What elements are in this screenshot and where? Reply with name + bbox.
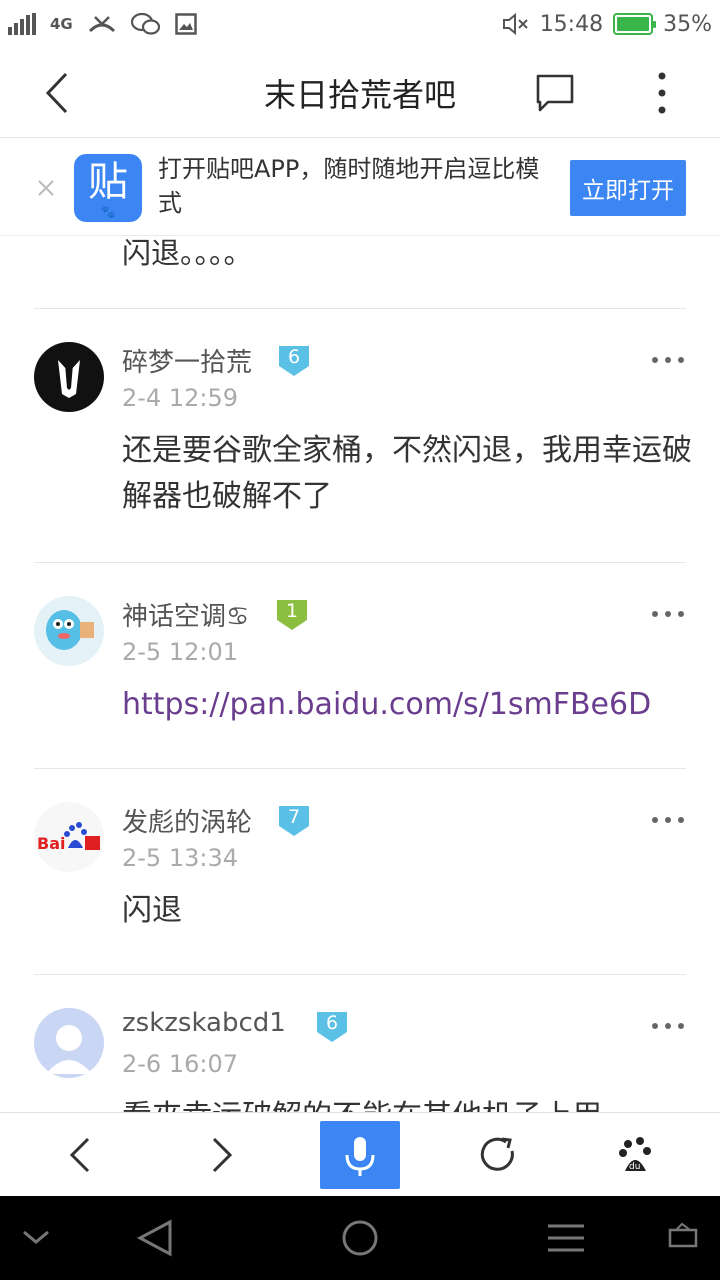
- post-content: 看來幸运破解的不能在其他机子上用: [122, 1094, 702, 1112]
- wechat-icon: [130, 12, 160, 35]
- divider: [34, 308, 686, 309]
- browser-toolbar: du: [0, 1112, 720, 1196]
- refresh-button[interactable]: [458, 1113, 538, 1197]
- more-vertical-icon: [658, 72, 666, 114]
- app-download-banner: 贴 🐾 打开贴吧APP，随时随地开启逗比模式 立即打开: [0, 138, 720, 236]
- username[interactable]: zskzskabcd1: [122, 1008, 286, 1038]
- status-bar: 4G 15:48 35%: [0, 0, 720, 48]
- banner-close-button[interactable]: [34, 176, 58, 200]
- chat-bubble-icon: [536, 74, 574, 112]
- username[interactable]: 发彪的涡轮: [122, 802, 252, 839]
- menu-icon: [548, 1224, 584, 1252]
- network-type: 4G: [50, 15, 73, 33]
- avatar[interactable]: [34, 1008, 104, 1078]
- svg-text:du: du: [629, 1162, 640, 1172]
- chevron-down-icon: [23, 1230, 49, 1244]
- level-number: 6: [325, 1012, 339, 1034]
- back-nav-button[interactable]: [40, 1113, 120, 1197]
- signal-icon: [8, 13, 36, 35]
- image-icon: [175, 13, 197, 35]
- default-avatar-icon: [46, 1025, 92, 1074]
- divider: [34, 768, 686, 769]
- avatar-suit-icon: [58, 360, 80, 398]
- paw-icon: 🐾: [100, 205, 116, 219]
- baidu-paw-icon: du: [619, 1137, 651, 1172]
- forward-nav-button[interactable]: [182, 1113, 262, 1197]
- banner-message: 打开贴吧APP，随时随地开启逗比模式: [158, 155, 540, 217]
- username[interactable]: 碎梦一拾荒: [122, 342, 252, 379]
- baidu-logo-icon: Bai: [37, 822, 100, 853]
- tieba-logo: 贴 🐾: [74, 154, 142, 222]
- level-number: 7: [287, 806, 301, 828]
- close-icon: [38, 180, 54, 196]
- mute-icon: [502, 12, 528, 36]
- baidu-home-button[interactable]: du: [596, 1113, 676, 1197]
- page-title: 末日拾荒者吧: [263, 76, 456, 114]
- window-icon: [668, 1222, 698, 1248]
- post-time: 2-5 12:01: [122, 638, 238, 666]
- chevron-left-icon: [45, 72, 68, 114]
- post-more-button[interactable]: [650, 810, 686, 830]
- refresh-icon: [480, 1137, 514, 1171]
- level-badge: 6: [276, 344, 312, 378]
- battery-icon: [613, 13, 657, 35]
- post-more-button[interactable]: [650, 350, 686, 370]
- system-back-button[interactable]: [116, 1196, 196, 1280]
- post-more-button[interactable]: [650, 604, 686, 624]
- level-badge: 7: [276, 804, 312, 838]
- post-more-button[interactable]: [650, 1016, 686, 1036]
- level-number: 6: [287, 346, 301, 368]
- level-badge: 6: [314, 1010, 350, 1044]
- missed-call-icon: [88, 16, 115, 33]
- chevron-right-icon: [212, 1137, 233, 1173]
- level-number: 1: [285, 600, 299, 622]
- tieba-logo-text: 贴: [88, 159, 128, 205]
- svg-text:Bai: Bai: [37, 834, 65, 853]
- collapse-button[interactable]: [0, 1196, 80, 1280]
- system-recent-button[interactable]: [640, 1196, 720, 1280]
- avatar[interactable]: Bai: [34, 802, 104, 872]
- post-time: 2-6 16:07: [122, 1050, 238, 1078]
- app-header: 末日拾荒者吧: [0, 48, 720, 138]
- triangle-back-icon: [136, 1219, 172, 1257]
- open-app-button[interactable]: 立即打开: [570, 160, 686, 216]
- post-time: 2-5 13:34: [122, 844, 238, 872]
- avatar[interactable]: [34, 342, 104, 412]
- previous-post-text: 闪退。。。。: [122, 236, 253, 270]
- avatar[interactable]: [34, 596, 104, 666]
- microphone-icon: [345, 1137, 375, 1176]
- clock: 15:48: [539, 11, 604, 37]
- post-link[interactable]: https://pan.baidu.com/s/1smFBe6D: [122, 682, 702, 728]
- battery-percent: 35%: [663, 11, 712, 37]
- post-content: 闪退: [122, 893, 182, 928]
- system-nav-bar: [0, 1196, 720, 1280]
- comment-button[interactable]: [534, 72, 576, 114]
- circle-home-icon: [342, 1220, 378, 1256]
- post-time: 2-4 12:59: [122, 384, 238, 412]
- back-button[interactable]: [38, 70, 78, 116]
- level-badge: 1: [274, 598, 310, 632]
- system-home-button[interactable]: [320, 1196, 400, 1280]
- post-list: 闪退。。。。 碎梦一拾荒 6 2-4 12:59 还是要谷歌全家桶，不然闪退，我…: [0, 236, 720, 1112]
- divider: [34, 974, 686, 975]
- avatar-cartoon-icon: [46, 610, 94, 650]
- username[interactable]: 神话空调♋: [122, 596, 249, 633]
- post-content: 还是要谷歌全家桶，不然闪退，我用幸运破解器也破解不了: [122, 433, 692, 514]
- chevron-left-icon: [69, 1137, 90, 1173]
- voice-search-button[interactable]: [320, 1121, 400, 1189]
- system-menu-button[interactable]: [526, 1196, 606, 1280]
- divider: [34, 562, 686, 563]
- more-button[interactable]: [648, 70, 676, 116]
